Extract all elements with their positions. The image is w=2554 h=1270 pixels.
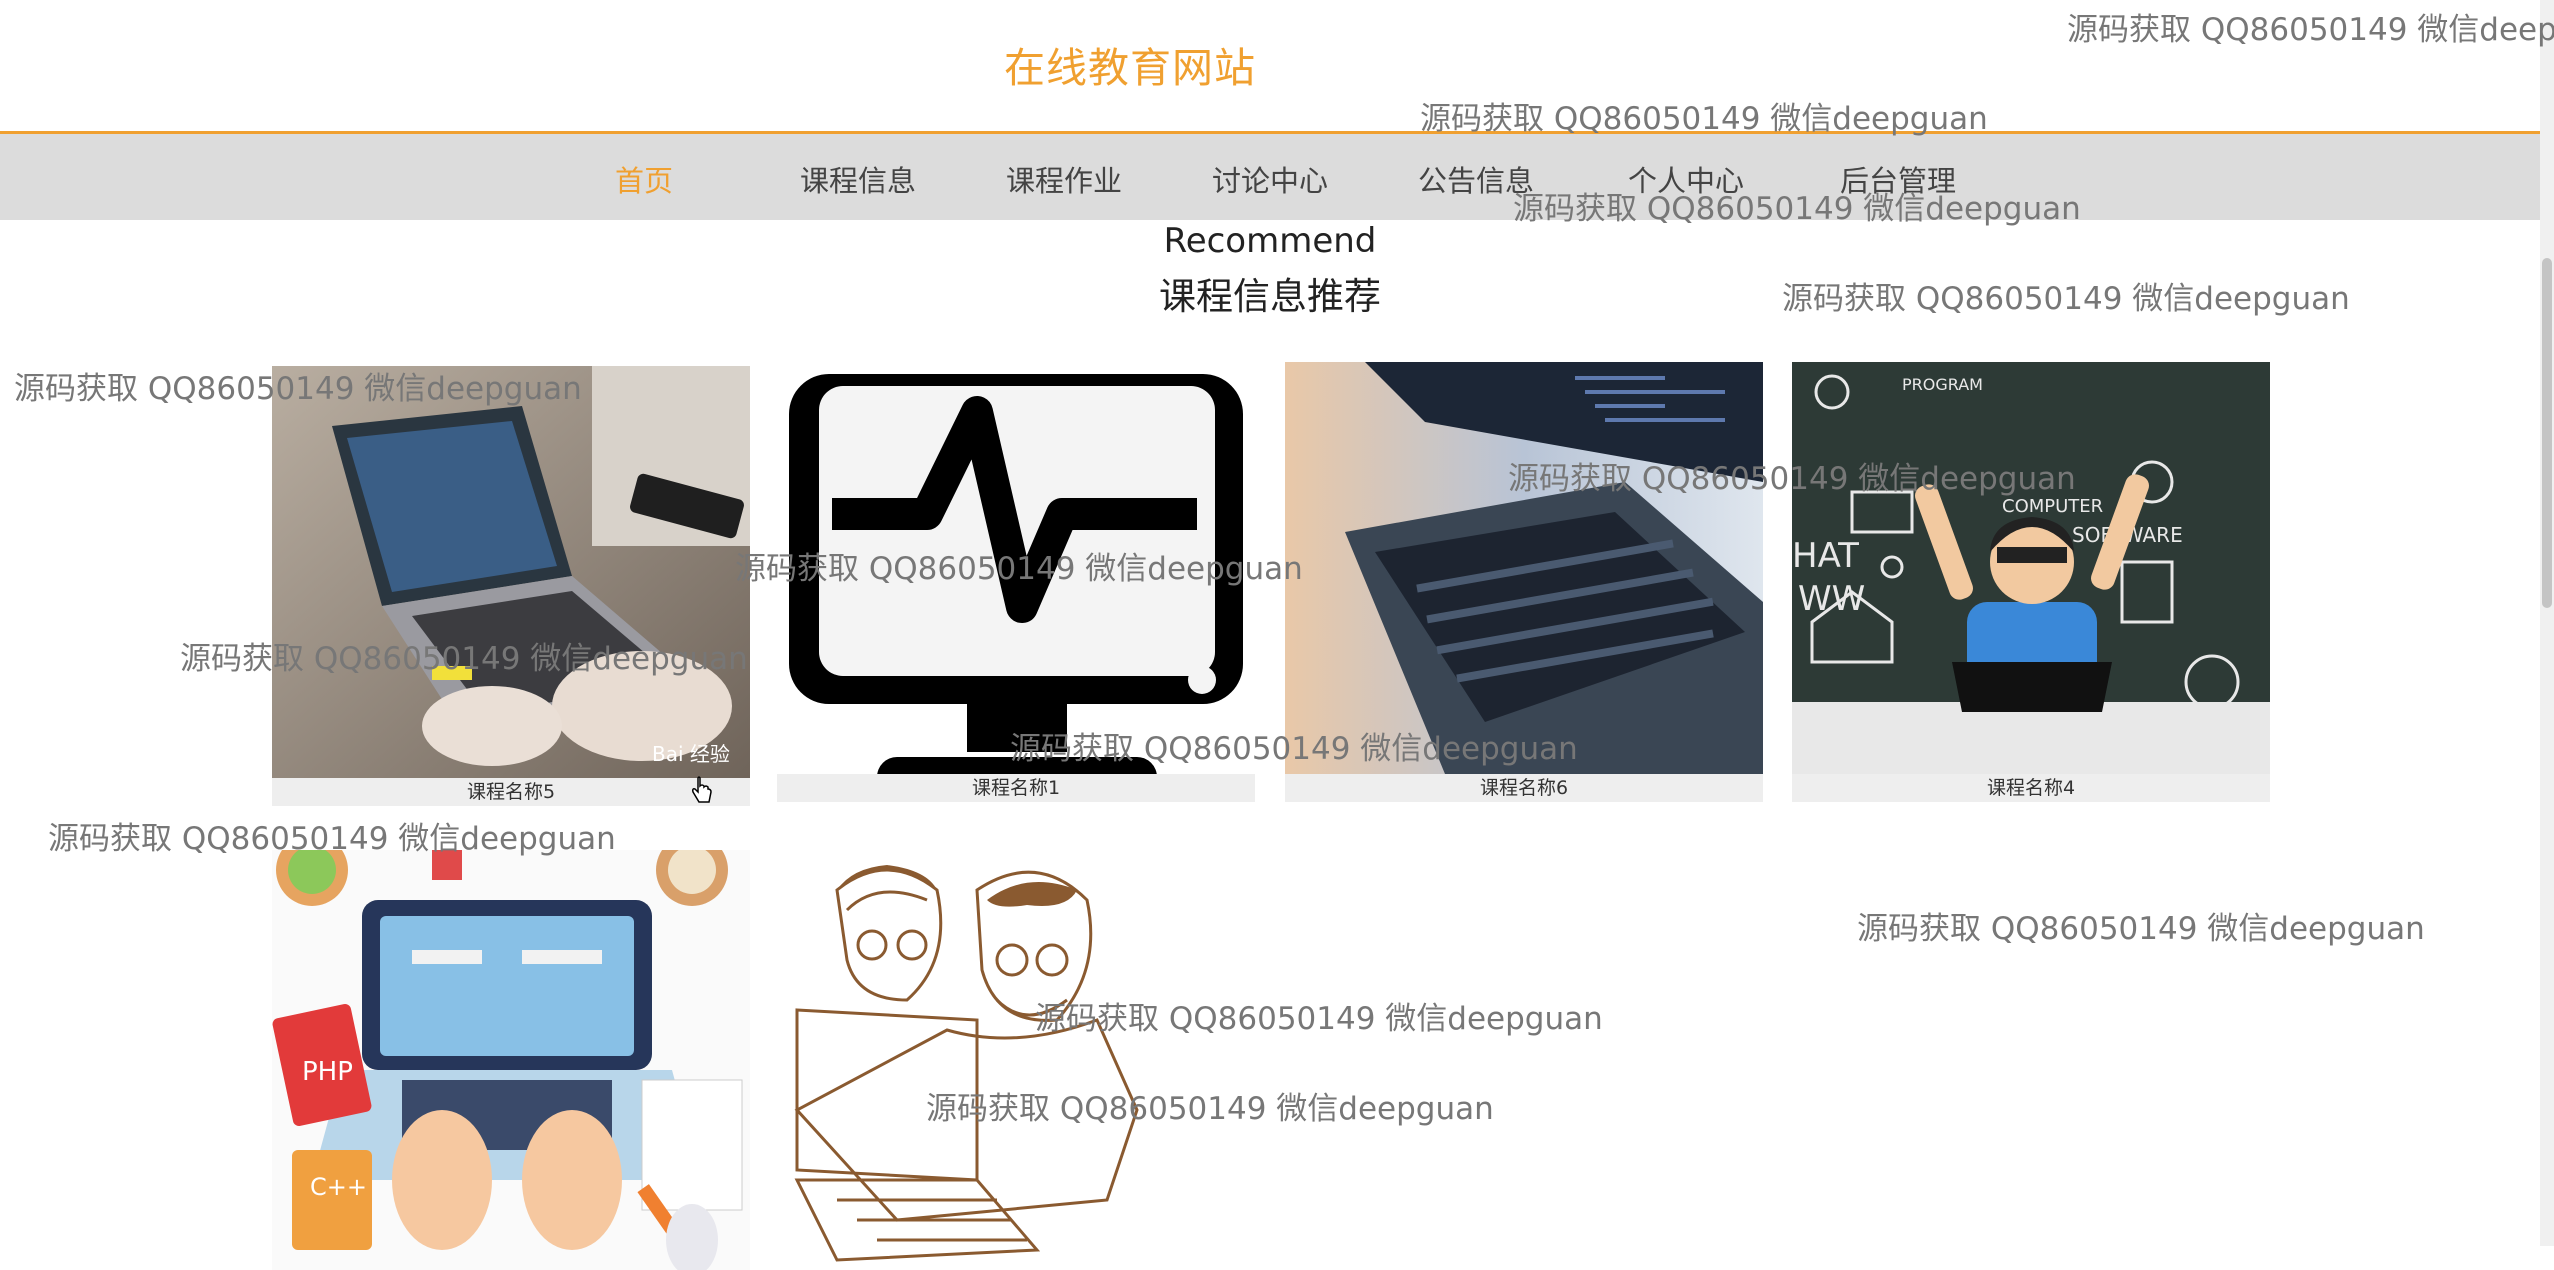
course-name: 课程名称5	[272, 778, 750, 806]
nav-item-courses[interactable]: 课程信息	[800, 158, 916, 200]
course-card[interactable]: 课程名称6	[1285, 362, 1763, 802]
svg-text:WW: WW	[1798, 579, 1865, 619]
course-card[interactable]: PROGRAM SOFTWARE COMPUTER HAT WW 课程名称4	[1792, 362, 2270, 802]
course-card[interactable]: PHP C++	[272, 850, 750, 1270]
scrollbar[interactable]	[2540, 0, 2554, 1246]
section-title-cn: 课程信息推荐	[1159, 275, 1381, 318]
nav-item-home[interactable]: 首页	[615, 158, 673, 200]
site-header: 在线教育网站	[0, 0, 2540, 134]
course-thumbnail[interactable]: PHP C++	[272, 850, 750, 1270]
nav-item-announcements[interactable]: 公告信息	[1418, 158, 1534, 200]
course-card[interactable]: 课程名称1	[777, 362, 1255, 802]
svg-text:PROGRAM: PROGRAM	[1902, 375, 1983, 394]
course-card[interactable]	[777, 850, 1255, 1270]
course-thumbnail[interactable]	[777, 850, 1255, 1270]
course-card[interactable]: Bai 经验 课程名称5	[272, 366, 750, 806]
course-thumbnail[interactable]: Bai 经验	[272, 366, 750, 778]
svg-text:PHP: PHP	[302, 1057, 353, 1087]
watermark-text: 源码获取 QQ86050149 微信deepguan	[1857, 911, 2425, 947]
nav-item-profile[interactable]: 个人中心	[1628, 158, 1744, 200]
nav-item-homework[interactable]: 课程作业	[1006, 158, 1122, 200]
course-name: 课程名称1	[777, 774, 1255, 802]
nav-item-forum[interactable]: 讨论中心	[1212, 158, 1328, 200]
course-thumbnail[interactable]: PROGRAM SOFTWARE COMPUTER HAT WW	[1792, 362, 2270, 774]
svg-text:HAT: HAT	[1792, 536, 1859, 576]
svg-text:COMPUTER: COMPUTER	[2002, 496, 2103, 517]
svg-text:C++: C++	[310, 1173, 367, 1201]
svg-text:Bai 经验: Bai 经验	[652, 742, 730, 766]
course-name: 课程名称4	[1792, 774, 2270, 802]
section-title-en: Recommend	[1163, 221, 1377, 261]
hand-cursor-icon	[690, 776, 714, 810]
site-title: 在线教育网站	[1004, 44, 1256, 92]
course-name: 课程名称6	[1285, 774, 1763, 802]
course-thumbnail[interactable]	[1285, 362, 1763, 774]
course-thumbnail[interactable]	[777, 362, 1255, 774]
main-nav: 首页 课程信息 课程作业 讨论中心 公告信息 个人中心 后台管理	[0, 134, 2540, 220]
scrollbar-thumb[interactable]	[2542, 258, 2552, 608]
nav-item-admin[interactable]: 后台管理	[1840, 158, 1956, 200]
